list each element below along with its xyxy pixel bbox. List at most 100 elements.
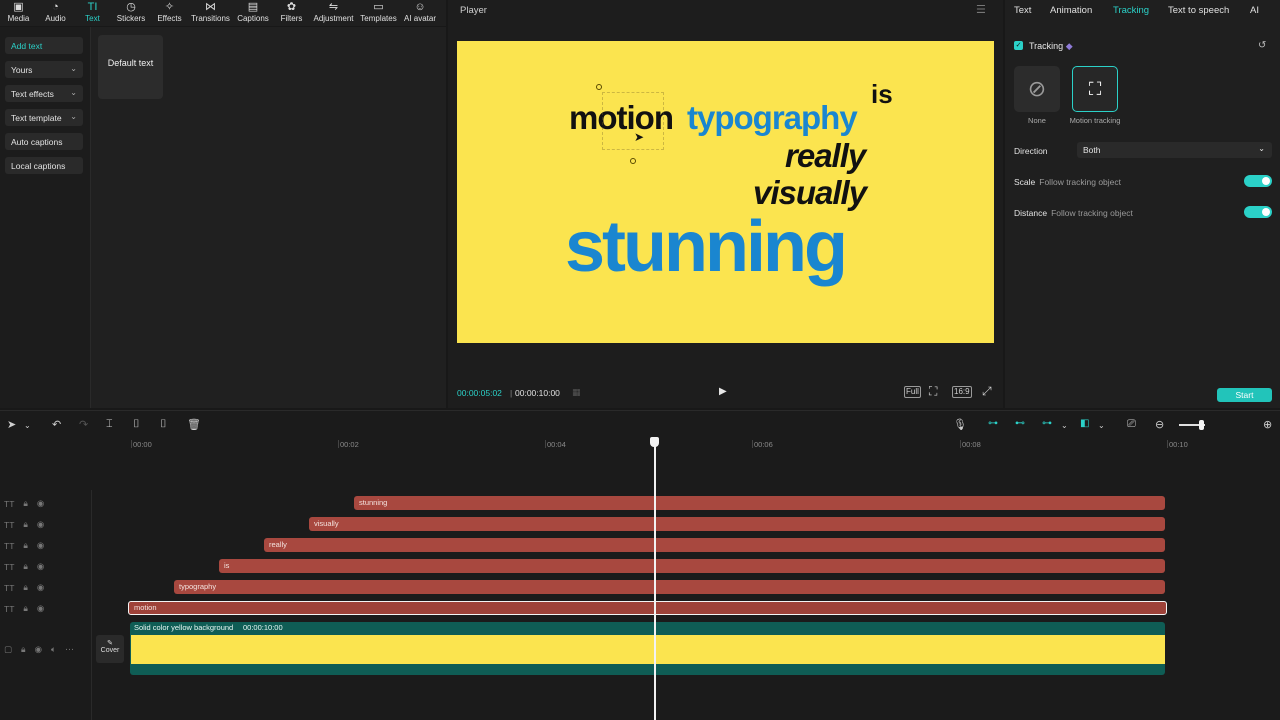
link-icon[interactable]: ⊶: [988, 418, 998, 429]
cat-add-text[interactable]: Add text: [5, 37, 83, 54]
tab-ai[interactable]: AI: [1250, 5, 1259, 16]
full-button[interactable]: Full: [904, 386, 921, 398]
toolbar-templates[interactable]: ▭ Templates: [357, 0, 400, 26]
ratio-button[interactable]: 16:9: [952, 386, 972, 398]
clip-really[interactable]: really: [264, 538, 1165, 552]
scale-toggle[interactable]: [1244, 175, 1272, 187]
toolbar-media[interactable]: ▣ Media: [0, 0, 37, 26]
distance-toggle[interactable]: [1244, 206, 1272, 218]
zoom-slider-knob[interactable]: [1199, 420, 1204, 430]
clip-typography[interactable]: typography: [174, 580, 1165, 594]
toolbar-adjustment[interactable]: ⇋ Adjustment: [310, 0, 357, 26]
toolbar-transitions[interactable]: ⋈ Transitions: [188, 0, 233, 26]
zoom-fit-icon[interactable]: ⛶: [929, 384, 937, 399]
reset-icon[interactable]: ↺: [1258, 40, 1266, 51]
captions-icon: ▤: [247, 1, 259, 13]
default-text-preset[interactable]: Default text: [98, 35, 163, 99]
tab-text-to-speech[interactable]: Text to speech: [1168, 5, 1229, 16]
eye-icon[interactable]: ◉: [37, 603, 44, 614]
direction-select[interactable]: Both ⌄: [1077, 142, 1272, 158]
select-tool-icon[interactable]: ➤: [7, 418, 16, 431]
rotate-handle-icon[interactable]: [630, 158, 636, 164]
lock-icon[interactable]: 🔒︎: [21, 644, 26, 655]
preview-axis-icon[interactable]: ◧: [1080, 418, 1089, 429]
menu-icon[interactable]: ☰: [976, 3, 986, 16]
toolbar-text[interactable]: TI Text: [74, 0, 111, 26]
clip-stunning[interactable]: stunning: [354, 496, 1165, 510]
clip-is[interactable]: is: [219, 559, 1165, 573]
toolbar-audio[interactable]: ◔ Audio: [37, 0, 74, 26]
playhead[interactable]: [654, 438, 656, 720]
transitions-icon: ⋈: [205, 1, 216, 13]
canvas-word-stunning[interactable]: stunning: [565, 211, 848, 283]
canvas-word-really[interactable]: really: [785, 139, 866, 172]
selection-box[interactable]: [602, 92, 664, 150]
lock-icon[interactable]: 🔒︎: [23, 561, 28, 572]
start-button[interactable]: Start: [1217, 388, 1272, 402]
eye-icon[interactable]: ◉: [37, 582, 44, 593]
ruler-label: 00:02: [340, 440, 359, 449]
preview-canvas[interactable]: motion typography is really visually stu…: [457, 41, 994, 343]
cat-local-captions[interactable]: Local captions: [5, 157, 83, 174]
toolbar-filters[interactable]: ✿ Filters: [273, 0, 310, 26]
cat-auto-captions[interactable]: Auto captions: [5, 133, 83, 150]
more-icon[interactable]: ⋯: [65, 644, 74, 655]
fullscreen-icon[interactable]: ⤢: [982, 384, 992, 399]
toolbar-effects[interactable]: ✧ Effects: [151, 0, 188, 26]
captions-toggle-icon[interactable]: ⎚: [1127, 418, 1136, 431]
option-motion-tracking[interactable]: ⛶: [1072, 66, 1118, 112]
lock-icon[interactable]: 🔒︎: [23, 540, 28, 551]
zoom-out-icon[interactable]: ⊖: [1155, 418, 1164, 431]
lock-icon[interactable]: 🔒︎: [23, 582, 28, 593]
zoom-in-icon[interactable]: ⊕: [1263, 418, 1272, 431]
clip-visually[interactable]: visually: [309, 517, 1165, 531]
cat-yours[interactable]: Yours ⌄: [5, 61, 83, 78]
clip-motion[interactable]: motion: [128, 601, 1167, 615]
delete-icon[interactable]: 🗑: [187, 418, 201, 431]
toolbar-ai-avatar[interactable]: ☺ AI avatar: [400, 0, 440, 26]
tab-tracking[interactable]: Tracking: [1113, 5, 1149, 16]
split-icon[interactable]: ⌶: [106, 418, 113, 431]
toolbar-stickers[interactable]: ◷ Stickers: [111, 0, 151, 26]
cover-button[interactable]: ✎ Cover: [96, 635, 124, 663]
split-left-icon[interactable]: ⌷: [133, 418, 140, 431]
lock-icon[interactable]: 🔒︎: [23, 603, 28, 614]
canvas-word-visually[interactable]: visually: [753, 176, 867, 209]
play-button[interactable]: ▶: [719, 386, 731, 398]
redo-icon[interactable]: ↷: [79, 418, 88, 431]
tab-animation[interactable]: Animation: [1050, 5, 1092, 16]
eye-icon[interactable]: ◉: [35, 644, 42, 655]
eye-icon[interactable]: ◉: [37, 498, 44, 509]
text-track-icon: TT: [4, 561, 15, 572]
video-track-icon: ▢: [4, 644, 13, 654]
track-header: TT 🔒︎ ◉: [4, 498, 44, 509]
lock-icon[interactable]: 🔒︎: [23, 498, 28, 509]
snap-icon[interactable]: ⊶: [1042, 418, 1052, 429]
tab-text[interactable]: Text: [1014, 5, 1031, 16]
lock-handle-icon[interactable]: [596, 84, 602, 90]
lock-icon[interactable]: 🔒︎: [23, 519, 28, 530]
microphone-icon[interactable]: 🎙: [953, 418, 967, 431]
ruler-label: 00:10: [1169, 440, 1188, 449]
eye-icon[interactable]: ◉: [37, 540, 44, 551]
canvas-word-typography[interactable]: typography: [687, 101, 858, 134]
chevron-down-icon[interactable]: ⌄: [24, 421, 31, 430]
timeline-grid-icon[interactable]: ▦: [572, 387, 581, 398]
chevron-down-icon: ⌄: [70, 64, 77, 73]
cat-text-effects[interactable]: Text effects ⌄: [5, 85, 83, 102]
option-none[interactable]: ⊘: [1014, 66, 1060, 112]
cat-text-template[interactable]: Text template ⌄: [5, 109, 83, 126]
eye-icon[interactable]: ◉: [37, 519, 44, 530]
chevron-down-icon[interactable]: ⌄: [1098, 421, 1105, 430]
canvas-word-is[interactable]: is: [871, 81, 893, 107]
playhead-handle[interactable]: [650, 437, 659, 447]
ruler-tick: [545, 440, 546, 448]
chevron-down-icon[interactable]: ⌄: [1061, 421, 1068, 430]
tracking-checkbox[interactable]: ✓: [1014, 41, 1023, 50]
eye-icon[interactable]: ◉: [37, 561, 44, 572]
audio-mute-icon[interactable]: 🔈︎: [51, 644, 56, 655]
toolbar-captions[interactable]: ▤ Captions: [233, 0, 273, 26]
magnet-icon[interactable]: ⊷: [1015, 418, 1025, 429]
undo-icon[interactable]: ↶: [52, 418, 61, 431]
split-right-icon[interactable]: ⌷: [160, 418, 167, 431]
